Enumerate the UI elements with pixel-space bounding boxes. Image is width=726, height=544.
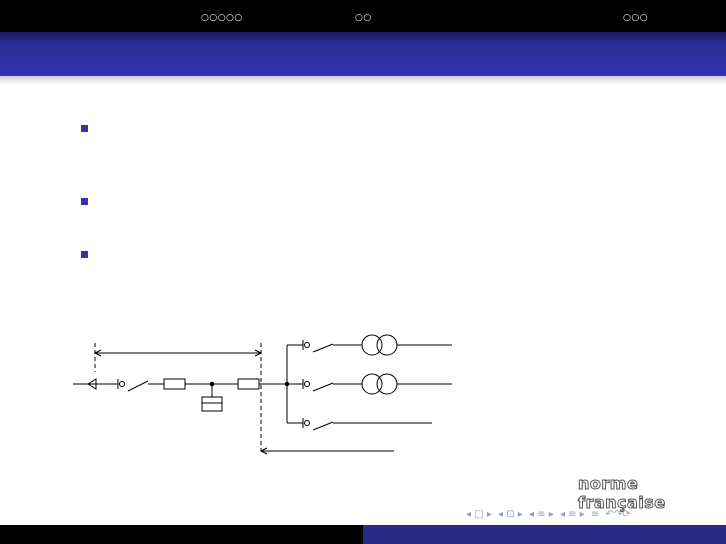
section-nav-icon[interactable]: ◂ ≡ ▸ (529, 509, 554, 520)
branch-2-contact (304, 381, 310, 387)
single-line-electrical-diagram (73, 334, 452, 455)
subsection-nav-icon[interactable]: ◂ ⊡ ▸ (498, 509, 523, 520)
fuse-2 (237, 378, 260, 390)
search-back-forward-icon[interactable]: ↶↷⟳ (606, 509, 631, 520)
isolator-blade (127, 380, 149, 392)
branch-3-switch-blade (312, 421, 334, 431)
footer-left-bar (0, 525, 363, 544)
branch-1-contact (304, 342, 310, 348)
frame-nav-icon[interactable]: ◂ □ ▸ (466, 509, 492, 520)
document-nav-icon[interactable]: ≡ (591, 509, 599, 520)
branch-3-contact (304, 420, 310, 426)
branch-2-switch-blade (312, 382, 334, 392)
beamer-navigation-symbols: ◂ □ ▸ ◂ ⊡ ▸ ◂ ≡ ▸ ◂ ≡ ▸ ≡ ↶↷⟳ (466, 508, 722, 522)
norme-francaise-logo: norme française (578, 474, 666, 513)
branch-1-transformer-secondary (376, 334, 398, 356)
isolator-contact (119, 381, 125, 387)
branch-2-transformer-secondary (376, 373, 398, 395)
branch-1-switch-blade (312, 343, 334, 353)
fuse-1 (163, 378, 186, 390)
subsection-list-nav-icon[interactable]: ◂ ≡ ▸ (560, 509, 585, 520)
branch-2-transformer-primary (361, 373, 383, 395)
footer-right-bar (363, 525, 726, 544)
metering-box (201, 396, 223, 412)
branch-1-transformer-primary (361, 334, 383, 356)
